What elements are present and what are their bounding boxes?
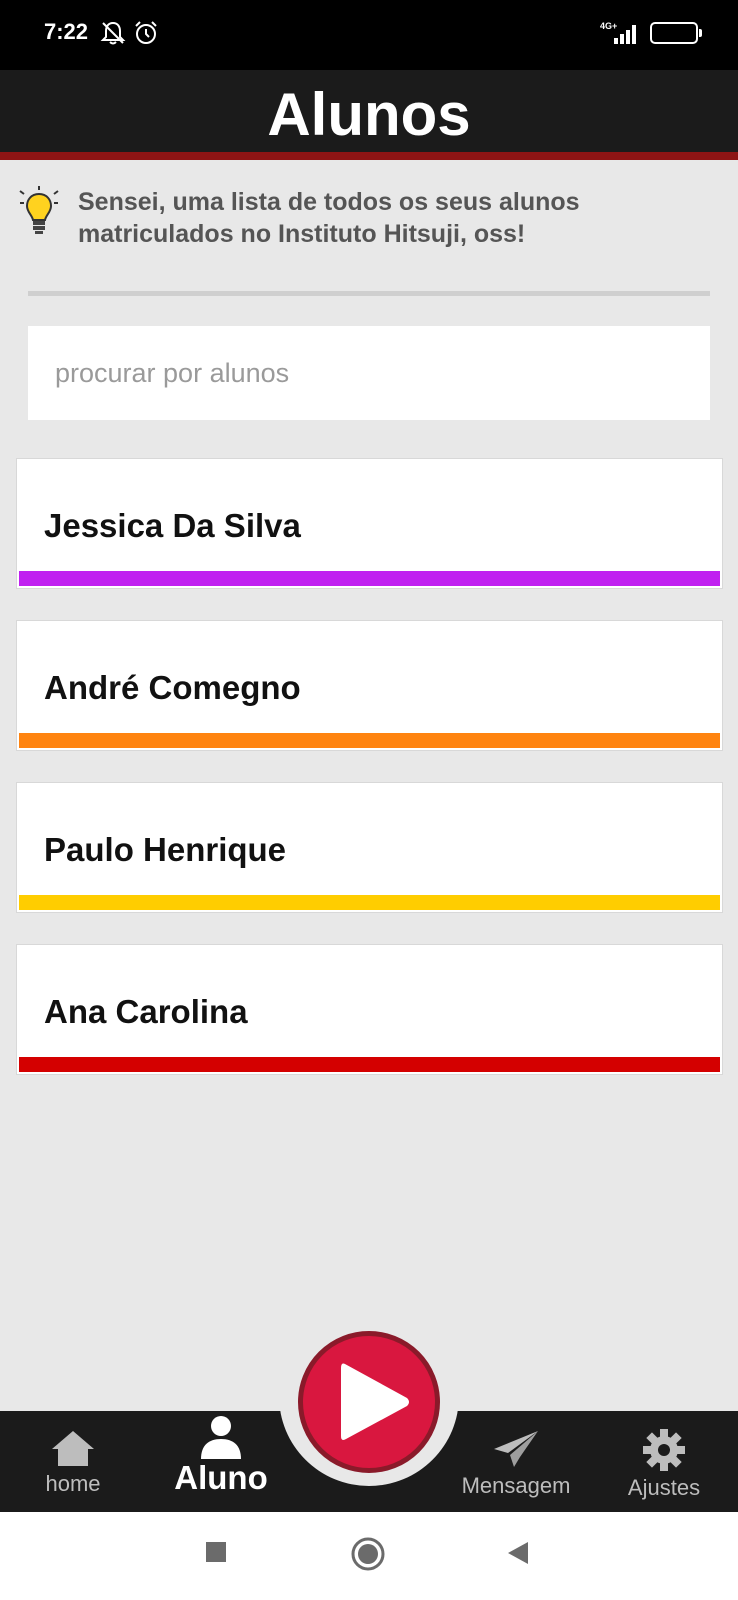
play-icon: [341, 1363, 409, 1440]
nav-label-mensagem: Mensagem: [461, 1473, 571, 1498]
nav-item-home[interactable]: home: [22, 1411, 124, 1512]
recents-square-icon[interactable]: [204, 1540, 228, 1564]
student-card[interactable]: André Comegno: [16, 620, 723, 751]
nav-label-home: home: [45, 1471, 101, 1496]
nav-item-mensagem[interactable]: Mensagem: [452, 1411, 580, 1512]
belt-color-bar: [19, 1057, 720, 1072]
signal-icon: 4G+: [600, 21, 636, 44]
alarm-icon: [135, 21, 157, 44]
belt-color-bar: [19, 733, 720, 748]
divider: [28, 291, 710, 296]
student-card[interactable]: Paulo Henrique: [16, 782, 723, 913]
gear-icon: [643, 1429, 685, 1471]
nav-label-aluno: Aluno: [174, 1459, 268, 1496]
student-name: Ana Carolina: [44, 993, 248, 1030]
page-title: Alunos: [267, 81, 471, 148]
student-name: Jessica Da Silva: [44, 507, 301, 544]
play-button[interactable]: [298, 1331, 440, 1473]
battery-icon: 40: [650, 22, 702, 44]
student-list: Jessica Da Silva André Comegno Paulo Hen…: [16, 458, 723, 1106]
nav-item-aluno[interactable]: Aluno: [170, 1411, 272, 1512]
student-card[interactable]: Ana Carolina: [16, 944, 723, 1075]
bell-off-icon: [100, 21, 126, 45]
tip-banner: Sensei, uma lista de todos os seus aluno…: [18, 186, 718, 256]
home-circle-icon[interactable]: [350, 1536, 386, 1572]
battery-text: 40: [666, 25, 682, 41]
lightbulb-icon: [19, 186, 59, 234]
search-input[interactable]: [28, 326, 710, 420]
system-nav-bar: [0, 1512, 738, 1600]
status-time: 7:22: [44, 19, 89, 44]
student-name: Paulo Henrique: [44, 831, 287, 868]
home-icon: [52, 1431, 94, 1466]
network-type: 4G+: [600, 21, 617, 31]
status-bar: 7:22 4G+ 40: [0, 0, 738, 70]
app-header: Alunos: [0, 70, 738, 160]
nav-item-ajustes[interactable]: Ajustes: [614, 1411, 714, 1512]
paper-plane-icon: [494, 1431, 538, 1467]
student-card[interactable]: Jessica Da Silva: [16, 458, 723, 589]
nav-label-ajustes: Ajustes: [627, 1475, 701, 1500]
student-name: André Comegno: [44, 669, 301, 706]
user-icon: [201, 1416, 241, 1459]
belt-color-bar: [19, 571, 720, 586]
tip-text: Sensei, uma lista de todos os seus aluno…: [78, 188, 580, 248]
belt-color-bar: [19, 895, 720, 910]
back-triangle-icon[interactable]: [506, 1540, 530, 1566]
